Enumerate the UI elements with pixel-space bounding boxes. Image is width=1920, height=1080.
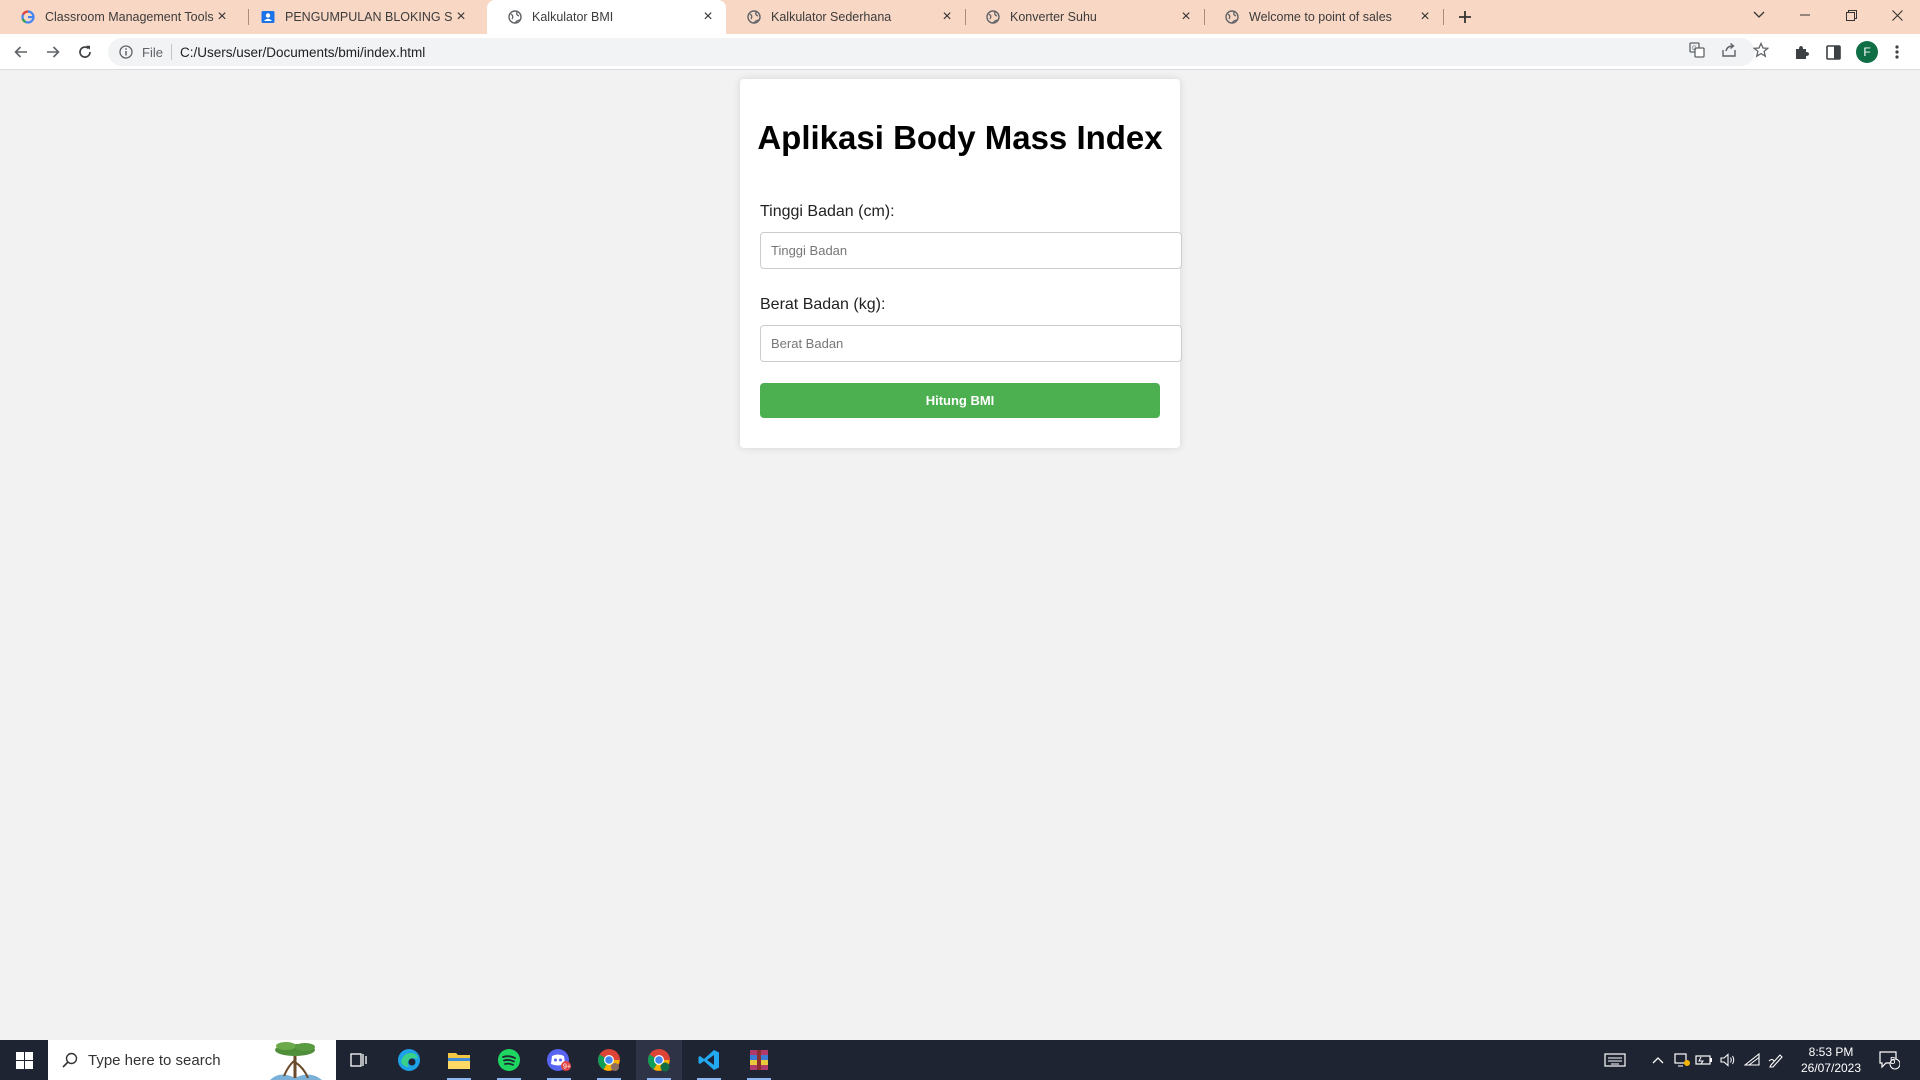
search-placeholder: Type here to search xyxy=(88,1051,221,1069)
globe-icon xyxy=(507,9,523,25)
windows-taskbar: Type here to search 9+ 8:53 PM 26/07/202… xyxy=(0,1040,1920,1080)
page-viewport: Aplikasi Body Mass Index Tinggi Badan (c… xyxy=(0,71,1920,1040)
close-tab-icon[interactable]: × xyxy=(700,8,716,25)
wifi-icon[interactable] xyxy=(1742,1050,1762,1070)
tab-konverter-suhu[interactable]: Konverter Suhu × xyxy=(965,0,1204,34)
globe-icon xyxy=(746,9,762,25)
menu-kebab-icon[interactable] xyxy=(1886,41,1908,63)
notification-center-button[interactable]: 5 xyxy=(1876,1048,1902,1072)
pen-icon[interactable] xyxy=(1766,1050,1786,1070)
tab-pengumpulan-bloking[interactable]: PENGUMPULAN BLOKING SELAS × xyxy=(240,0,479,34)
clock-time: 8:53 PM xyxy=(1808,1045,1854,1059)
start-button[interactable] xyxy=(0,1040,48,1080)
weight-input[interactable] xyxy=(760,325,1182,362)
height-input[interactable] xyxy=(760,232,1182,269)
close-tab-icon[interactable]: × xyxy=(1417,8,1433,25)
tab-title: Kalkulator BMI xyxy=(532,10,614,24)
spotify-icon[interactable] xyxy=(486,1040,532,1080)
chrome-icon[interactable] xyxy=(586,1040,632,1080)
close-window-button[interactable] xyxy=(1874,0,1920,30)
tab-kalkulator-bmi[interactable]: Kalkulator BMI × xyxy=(487,0,726,34)
edge-icon[interactable] xyxy=(386,1040,432,1080)
svg-text:9+: 9+ xyxy=(563,1064,571,1071)
address-separator xyxy=(170,44,172,60)
file-explorer-icon[interactable] xyxy=(436,1040,482,1080)
address-bar[interactable]: File C:/Users/user/Documents/bmi/index.h… xyxy=(108,38,1755,66)
minimize-icon xyxy=(1800,14,1810,16)
google-icon xyxy=(20,9,36,25)
discord-icon[interactable]: 9+ xyxy=(536,1040,582,1080)
calculate-bmi-button[interactable]: Hitung BMI xyxy=(760,383,1160,418)
chevron-down-icon xyxy=(1753,11,1765,18)
globe-icon xyxy=(985,9,1001,25)
bmi-form-card: Aplikasi Body Mass Index Tinggi Badan (c… xyxy=(740,79,1182,448)
keyboard-layout-icon[interactable] xyxy=(1602,1050,1628,1070)
reload-button[interactable] xyxy=(73,40,97,64)
plus-icon xyxy=(1459,11,1471,23)
browser-toolbar: File C:/Users/user/Documents/bmi/index.h… xyxy=(0,34,1920,70)
info-icon[interactable] xyxy=(118,44,134,60)
chrome-profile-icon[interactable] xyxy=(636,1040,682,1080)
height-label: Tinggi Badan (cm): xyxy=(760,203,895,220)
vscode-icon[interactable] xyxy=(686,1040,732,1080)
restore-icon xyxy=(1845,9,1857,21)
tab-title: PENGUMPULAN BLOKING SELAS xyxy=(285,10,453,24)
scheme-label: File xyxy=(142,44,163,60)
arrow-right-icon xyxy=(47,46,60,58)
winrar-icon[interactable] xyxy=(736,1040,782,1080)
user-badge-icon xyxy=(260,9,276,25)
profile-avatar[interactable]: F xyxy=(1856,41,1878,63)
svg-text:G: G xyxy=(1692,46,1697,52)
arrow-left-icon xyxy=(14,46,27,58)
volume-icon[interactable] xyxy=(1718,1050,1738,1070)
browser-tab-strip: Classroom Management Tools & × PENGUMPUL… xyxy=(0,0,1920,34)
share-icon[interactable] xyxy=(1719,40,1739,60)
tab-separator xyxy=(1443,9,1444,25)
task-view-icon[interactable] xyxy=(336,1040,382,1080)
translate-icon[interactable]: G xyxy=(1687,40,1707,60)
taskbar-search-box[interactable]: Type here to search xyxy=(48,1040,336,1080)
weight-label: Berat Badan (kg): xyxy=(760,296,886,313)
close-tab-icon[interactable]: × xyxy=(453,8,469,25)
tab-search-button[interactable] xyxy=(1736,0,1782,30)
back-button[interactable] xyxy=(9,40,33,64)
tab-point-of-sales[interactable]: Welcome to point of sales × xyxy=(1204,0,1443,34)
new-tab-button[interactable] xyxy=(1452,5,1478,29)
page-title: Aplikasi Body Mass Index xyxy=(757,119,1163,156)
close-tab-icon[interactable]: × xyxy=(214,8,230,25)
tab-kalkulator-sederhana[interactable]: Kalkulator Sederhana × xyxy=(726,0,965,34)
show-hidden-icons-chevron[interactable] xyxy=(1648,1050,1668,1070)
search-icon xyxy=(62,1052,78,1068)
system-clock[interactable]: 8:53 PM 26/07/2023 xyxy=(1796,1044,1866,1076)
minimize-button[interactable] xyxy=(1782,0,1828,30)
side-panel-icon[interactable] xyxy=(1822,41,1844,63)
battery-icon[interactable] xyxy=(1694,1050,1714,1070)
windows-logo-icon xyxy=(15,1051,33,1069)
globe-icon xyxy=(1224,9,1240,25)
tab-title: Konverter Suhu xyxy=(1010,10,1097,24)
tab-classroom-management[interactable]: Classroom Management Tools & × xyxy=(0,0,240,34)
close-icon xyxy=(1891,9,1903,21)
bookmark-star-icon[interactable] xyxy=(1751,40,1771,60)
search-highlight-tree-icon xyxy=(270,1042,322,1080)
forward-button[interactable] xyxy=(41,40,65,64)
tab-title: Welcome to point of sales xyxy=(1249,10,1392,24)
restore-button[interactable] xyxy=(1828,0,1874,30)
notification-icon xyxy=(1879,1051,1900,1070)
notification-count: 5 xyxy=(1890,1056,1896,1067)
url-text[interactable]: C:/Users/user/Documents/bmi/index.html xyxy=(180,45,425,60)
reload-icon xyxy=(79,45,91,58)
tab-title: Kalkulator Sederhana xyxy=(771,10,892,24)
clock-date: 26/07/2023 xyxy=(1800,1061,1862,1075)
close-tab-icon[interactable]: × xyxy=(1178,8,1194,25)
network-status-icon[interactable] xyxy=(1672,1050,1692,1070)
close-tab-icon[interactable]: × xyxy=(939,8,955,25)
extensions-icon[interactable] xyxy=(1790,41,1812,63)
tab-title: Classroom Management Tools & xyxy=(45,10,214,24)
